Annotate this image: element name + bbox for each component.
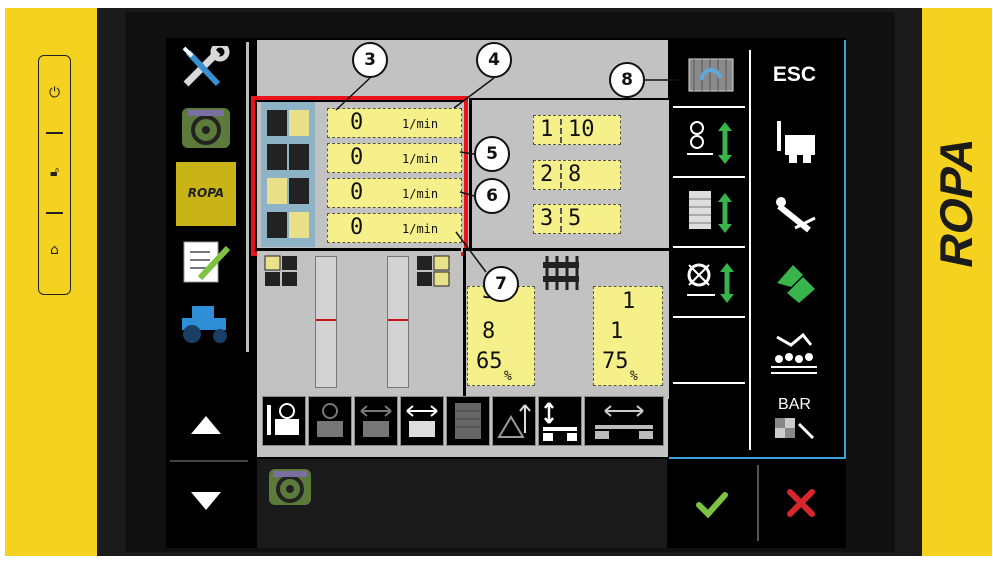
- callout-leader-lines: [335, 77, 680, 273]
